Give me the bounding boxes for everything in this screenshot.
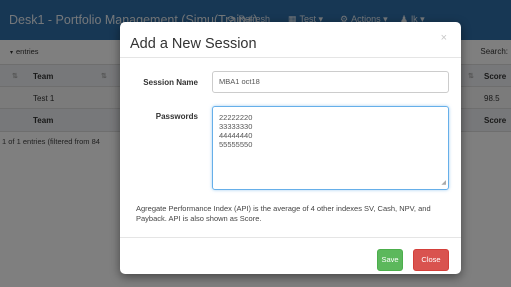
password-line: 44444440: [219, 131, 253, 140]
password-line: 22222220: [219, 113, 253, 122]
save-button[interactable]: Save: [377, 249, 403, 271]
password-line: 33333330: [219, 122, 253, 131]
modal-title: Add a New Session: [130, 36, 257, 52]
add-session-modal: Add a New Session × Session Name MBA1 oc…: [120, 22, 461, 274]
session-name-label: Session Name: [143, 78, 198, 87]
passwords-textarea[interactable]: 22222220 33333330 44444440 55555550 ◢: [212, 106, 449, 190]
resize-grip-icon[interactable]: ◢: [441, 179, 446, 188]
footer-divider: [120, 237, 461, 238]
header-divider: [120, 57, 461, 58]
password-line: 55555550: [219, 140, 253, 149]
session-name-input[interactable]: MBA1 oct18: [212, 71, 449, 93]
passwords-label: Passwords: [155, 112, 198, 121]
close-icon[interactable]: ×: [441, 32, 447, 44]
api-description: Agregate Performance Index (API) is the …: [136, 204, 431, 223]
close-button[interactable]: Close: [413, 249, 449, 271]
